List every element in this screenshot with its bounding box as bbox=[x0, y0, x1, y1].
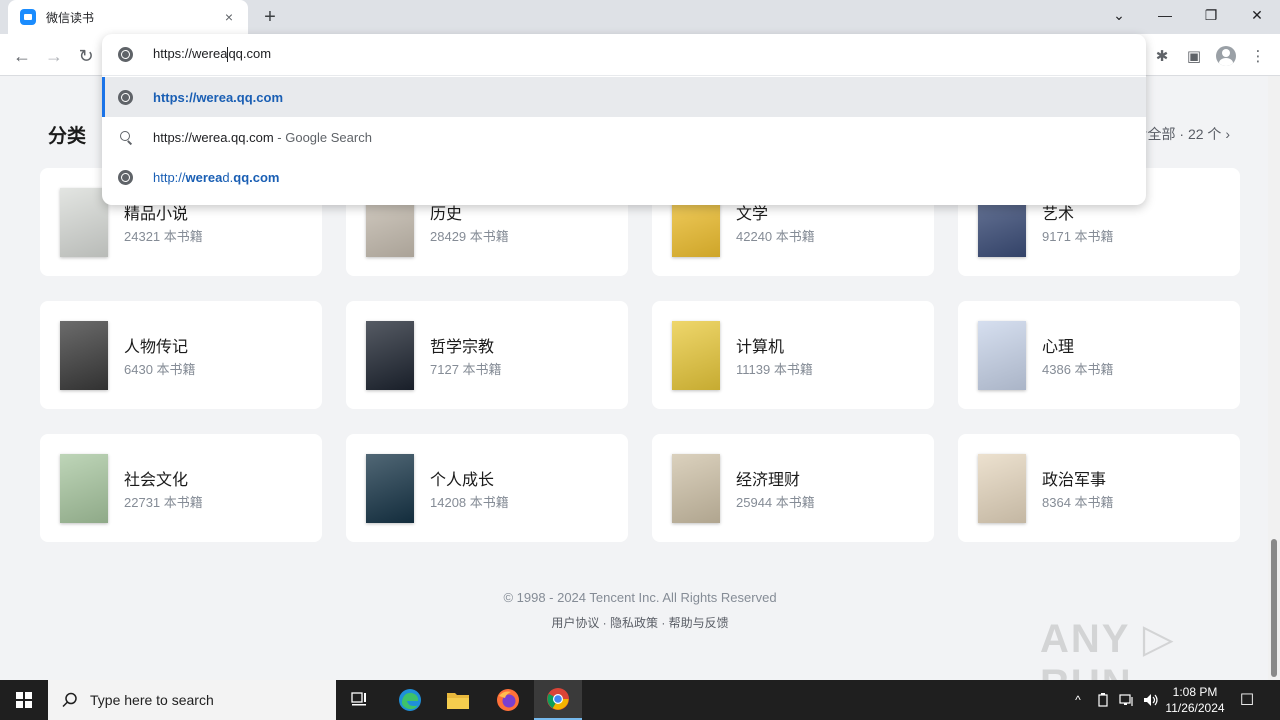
category-card[interactable]: 社会文化 22731 本书籍 bbox=[40, 434, 322, 542]
category-book-count: 24321 本书籍 bbox=[124, 229, 203, 244]
browser-tab-active[interactable]: 微信读书 × bbox=[8, 0, 248, 34]
start-button[interactable] bbox=[0, 680, 48, 720]
book-cover-image bbox=[978, 321, 1026, 390]
category-book-count: 9171 本书籍 bbox=[1042, 229, 1114, 244]
page-scrollbar[interactable] bbox=[1268, 76, 1280, 680]
category-card[interactable]: 心理 4386 本书籍 bbox=[958, 301, 1240, 409]
minimize-button[interactable]: — bbox=[1142, 0, 1188, 30]
taskbar-clock[interactable]: 1:08 PM 11/26/2024 bbox=[1160, 684, 1230, 716]
book-cover-image bbox=[672, 321, 720, 390]
globe-icon bbox=[118, 89, 133, 105]
address-bar-input[interactable]: https://wereaqq.com bbox=[102, 34, 1146, 76]
weread-favicon-icon bbox=[20, 9, 36, 25]
globe-icon bbox=[118, 47, 133, 62]
suggestion-url: http://weread.qq.com bbox=[153, 169, 280, 185]
omnibox-suggestion[interactable]: http://weread.qq.com bbox=[102, 157, 1146, 197]
category-book-count: 22731 本书籍 bbox=[124, 495, 203, 510]
category-card[interactable]: 哲学宗教 7127 本书籍 bbox=[346, 301, 628, 409]
notification-center-icon[interactable]: ☐ bbox=[1236, 680, 1258, 720]
book-cover-image bbox=[60, 454, 108, 523]
book-cover-image bbox=[366, 321, 414, 390]
tray-overflow-icon[interactable]: ^ bbox=[1068, 680, 1088, 720]
book-cover-image bbox=[60, 188, 108, 257]
globe-icon bbox=[118, 169, 133, 185]
new-tab-button[interactable]: + bbox=[258, 5, 282, 29]
close-window-button[interactable]: ✕ bbox=[1234, 0, 1280, 30]
clock-date: 11/26/2024 bbox=[1165, 701, 1225, 715]
category-book-count: 7127 本书籍 bbox=[430, 362, 502, 377]
category-name: 社会文化 bbox=[124, 472, 189, 489]
category-book-count: 28429 本书籍 bbox=[430, 229, 509, 244]
extensions-puzzle-icon[interactable]: ✱ bbox=[1148, 42, 1176, 70]
suggestion-search-text: https://werea.qq.com - Google Search bbox=[153, 129, 372, 145]
category-card[interactable]: 经济理财 25944 本书籍 bbox=[652, 434, 934, 542]
category-book-count: 6430 本书籍 bbox=[124, 362, 196, 377]
category-name: 经济理财 bbox=[736, 472, 801, 489]
browser-menu-icon[interactable]: ⋮ bbox=[1244, 42, 1272, 70]
footer-copyright: © 1998 - 2024 Tencent Inc. All Rights Re… bbox=[503, 590, 777, 605]
volume-icon[interactable] bbox=[1140, 680, 1162, 720]
restore-button[interactable]: ❐ bbox=[1188, 0, 1234, 30]
taskbar-search-placeholder: Type here to search bbox=[90, 692, 214, 708]
category-name: 人物传记 bbox=[124, 339, 189, 356]
address-bar-text[interactable]: https://wereaqq.com bbox=[153, 46, 271, 63]
omnibox-suggestion[interactable]: https://werea.qq.com - Google Search bbox=[102, 117, 1146, 157]
category-grid: 精品小说 24321 本书籍 历史 28429 本书籍 文学 42240 本书籍 艺术 917… bbox=[40, 168, 1240, 542]
firefox-icon[interactable] bbox=[484, 680, 532, 720]
back-arrow-icon[interactable]: ← bbox=[8, 42, 36, 70]
book-cover-image bbox=[672, 454, 720, 523]
tab-search-dropdown-icon[interactable]: ⌄ bbox=[1096, 0, 1142, 30]
category-card[interactable]: 人物传记 6430 本书籍 bbox=[40, 301, 322, 409]
browser-titlebar: 微信读书 × + ⌄ — ❐ ✕ bbox=[0, 0, 1280, 34]
forward-arrow-icon[interactable]: → bbox=[40, 42, 68, 70]
category-book-count: 8364 本书籍 bbox=[1042, 495, 1114, 510]
omnibox-suggestion[interactable]: https://werea.qq.com bbox=[102, 77, 1146, 117]
category-book-count: 25944 本书籍 bbox=[736, 495, 815, 510]
suggestion-url: https://werea.qq.com bbox=[153, 89, 284, 105]
book-cover-image bbox=[978, 454, 1026, 523]
category-card[interactable]: 计算机 11139 本书籍 bbox=[652, 301, 934, 409]
category-book-count: 11139 本书籍 bbox=[736, 362, 813, 377]
task-view-icon[interactable] bbox=[336, 680, 384, 720]
category-name: 计算机 bbox=[736, 339, 785, 356]
category-name: 个人成长 bbox=[430, 472, 495, 489]
category-name: 政治军事 bbox=[1042, 472, 1107, 489]
file-explorer-icon[interactable] bbox=[434, 680, 482, 720]
clock-time: 1:08 PM bbox=[1172, 685, 1218, 699]
category-card[interactable]: 个人成长 14208 本书籍 bbox=[346, 434, 628, 542]
category-card[interactable]: 政治军事 8364 本书籍 bbox=[958, 434, 1240, 542]
category-book-count: 4386 本书籍 bbox=[1042, 362, 1114, 377]
battery-icon[interactable] bbox=[1092, 680, 1114, 720]
windows-taskbar: Type here to search ^ 1:08 PM 11/26/2024… bbox=[0, 680, 1280, 720]
category-book-count: 14208 本书籍 bbox=[430, 495, 509, 510]
search-icon bbox=[118, 130, 133, 145]
taskbar-search-box[interactable]: Type here to search bbox=[48, 680, 336, 720]
side-panel-icon[interactable]: ▣ bbox=[1180, 42, 1208, 70]
book-cover-image bbox=[366, 454, 414, 523]
reload-icon[interactable]: ↻ bbox=[72, 42, 100, 70]
edge-browser-icon[interactable] bbox=[386, 680, 434, 720]
category-name: 哲学宗教 bbox=[430, 339, 495, 356]
tab-close-icon[interactable]: × bbox=[220, 9, 238, 25]
category-book-count: 42240 本书籍 bbox=[736, 229, 815, 244]
section-title: 分类 bbox=[48, 126, 87, 147]
category-name: 心理 bbox=[1042, 339, 1075, 356]
scrollbar-thumb[interactable] bbox=[1271, 539, 1277, 677]
search-icon bbox=[62, 692, 77, 708]
book-cover-image bbox=[60, 321, 108, 390]
windows-logo-icon bbox=[16, 692, 32, 708]
profile-avatar-icon[interactable] bbox=[1212, 42, 1240, 70]
chrome-icon[interactable] bbox=[534, 680, 582, 720]
omnibox-dropdown: https://wereaqq.com https://werea.qq.com… bbox=[102, 34, 1146, 205]
network-icon[interactable] bbox=[1116, 680, 1138, 720]
tab-title: 微信读书 bbox=[46, 10, 95, 25]
